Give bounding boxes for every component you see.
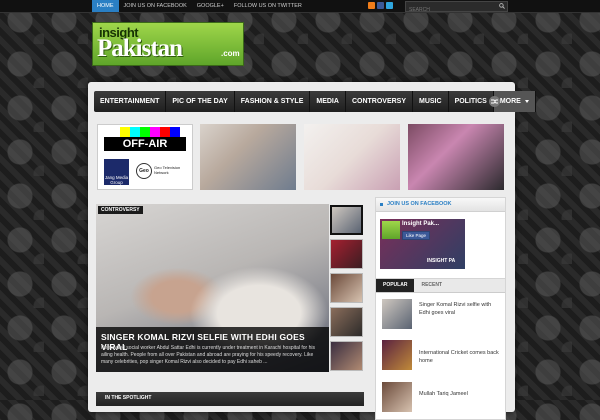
nav-pic-of-the-day[interactable]: PIC OF THE DAY — [166, 91, 235, 112]
spotlight-header: IN THE SPOTLIGHT — [96, 392, 364, 406]
list-item[interactable]: Mullah Tariq Jameel — [380, 382, 505, 412]
nav-entertainment[interactable]: ENTERTAINMENT — [94, 91, 167, 112]
list-item-image[interactable] — [382, 340, 412, 370]
nav-music[interactable]: MUSIC — [413, 91, 449, 112]
logo-line2: Pakistan — [97, 35, 183, 62]
facebook-page-box[interactable]: Insight Pak... Like Page INSIGHT PA — [380, 219, 465, 269]
featured-thumbnails: OFF-AIR Jang Media Group Geo Geo Televis… — [97, 124, 505, 190]
list-item-title[interactable]: Singer Komal Rizvi selfie with Edhi goes… — [419, 301, 503, 317]
list-item-title[interactable]: Mullah Tariq Jameel — [419, 390, 503, 398]
main-nav: ENTERTAINMENT PIC OF THE DAY FASHION & S… — [94, 91, 536, 112]
category-badge[interactable]: CONTROVERSY — [98, 206, 143, 214]
top-nav-facebook[interactable]: JOIN US ON FACEBOOK — [119, 0, 192, 12]
list-item-title[interactable]: International Cricket comes back home — [419, 349, 503, 365]
list-item[interactable]: Singer Komal Rizvi selfie with Edhi goes… — [380, 299, 505, 329]
like-page-button[interactable]: Like Page — [402, 231, 431, 240]
featured-excerpt: Renowned social worker Abdul Sattar Edhi… — [101, 345, 315, 365]
featured-slider[interactable]: CONTROVERSY SINGER KOMAL RIZVI SELFIE WI… — [96, 204, 329, 372]
slider-thumb[interactable] — [330, 273, 363, 303]
jang-logo-text: Jang Media Group — [104, 175, 129, 185]
chevron-down-icon — [524, 99, 529, 103]
main-container: ENTERTAINMENT PIC OF THE DAY FASHION & S… — [88, 82, 536, 420]
spotlight-label: IN THE SPOTLIGHT — [105, 395, 152, 401]
nav-fashion-style[interactable]: FASHION & STYLE — [235, 91, 311, 112]
nav-more-label: MORE — [499, 98, 521, 105]
list-item-image[interactable] — [382, 299, 412, 329]
tab-recent[interactable]: RECENT — [414, 279, 449, 292]
offair-label: OFF-AIR — [104, 137, 186, 151]
thumb-edhi-selfie[interactable] — [200, 124, 296, 190]
search-input[interactable] — [406, 5, 497, 15]
nav-more[interactable]: MORE — [493, 91, 536, 112]
top-nav-home[interactable]: HOME — [92, 0, 119, 12]
nav-media[interactable]: MEDIA — [310, 91, 346, 112]
slider-thumb[interactable] — [330, 205, 363, 235]
facebook-icon[interactable] — [377, 2, 384, 9]
tab-popular[interactable]: POPULAR — [376, 279, 415, 292]
thumb-celebrity[interactable] — [408, 124, 504, 190]
search-box — [405, 1, 508, 15]
thumb-offair[interactable]: OFF-AIR Jang Media Group Geo Geo Televis… — [97, 124, 193, 190]
top-nav-google[interactable]: GOOGLE+ — [192, 0, 229, 12]
facebook-banner-text: INSIGHT PA — [427, 258, 456, 264]
facebook-widget-title: JOIN US ON FACEBOOK — [387, 201, 452, 207]
search-icon[interactable] — [499, 3, 505, 9]
top-bar: HOME JOIN US ON FACEBOOK GOOGLE+ FOLLOW … — [0, 0, 600, 15]
widget-title: JOIN US ON FACEBOOK — [376, 198, 505, 212]
facebook-page-name[interactable]: Insight Pak... — [402, 221, 439, 227]
logo-line3: .com — [221, 49, 240, 58]
nav-politics[interactable]: POLITICS — [449, 91, 494, 112]
list-item-image[interactable] — [382, 382, 412, 412]
popular-tabs: POPULAR RECENT — [376, 279, 505, 293]
shuffle-icon[interactable] — [489, 96, 500, 107]
featured-caption: SINGER KOMAL RIZVI SELFIE WITH EDHI GOES… — [96, 327, 329, 372]
slider-thumb[interactable] — [330, 341, 363, 371]
nav-controversy[interactable]: CONTROVERSY — [346, 91, 413, 112]
rss-icon[interactable] — [368, 2, 375, 9]
twitter-icon[interactable] — [386, 2, 393, 9]
site-logo[interactable]: insight Pakistan .com — [92, 22, 244, 66]
list-item[interactable]: International Cricket comes back home — [380, 340, 505, 370]
geo-text: Geo Television Network — [154, 165, 181, 175]
slider-thumb[interactable] — [330, 239, 363, 269]
top-nav-twitter[interactable]: FOLLOW US ON TWITTER — [229, 0, 307, 12]
slider-thumb[interactable] — [330, 307, 363, 337]
social-icons — [368, 2, 393, 9]
popular-widget: POPULAR RECENT Singer Komal Rizvi selfie… — [375, 278, 506, 420]
page-avatar — [382, 221, 400, 239]
geo-logo: Geo — [136, 163, 152, 179]
bullet-icon — [380, 203, 383, 206]
top-nav: HOME JOIN US ON FACEBOOK GOOGLE+ FOLLOW … — [92, 0, 307, 12]
thumb-fashion[interactable] — [304, 124, 400, 190]
jang-logo: Jang Media Group — [104, 159, 129, 185]
